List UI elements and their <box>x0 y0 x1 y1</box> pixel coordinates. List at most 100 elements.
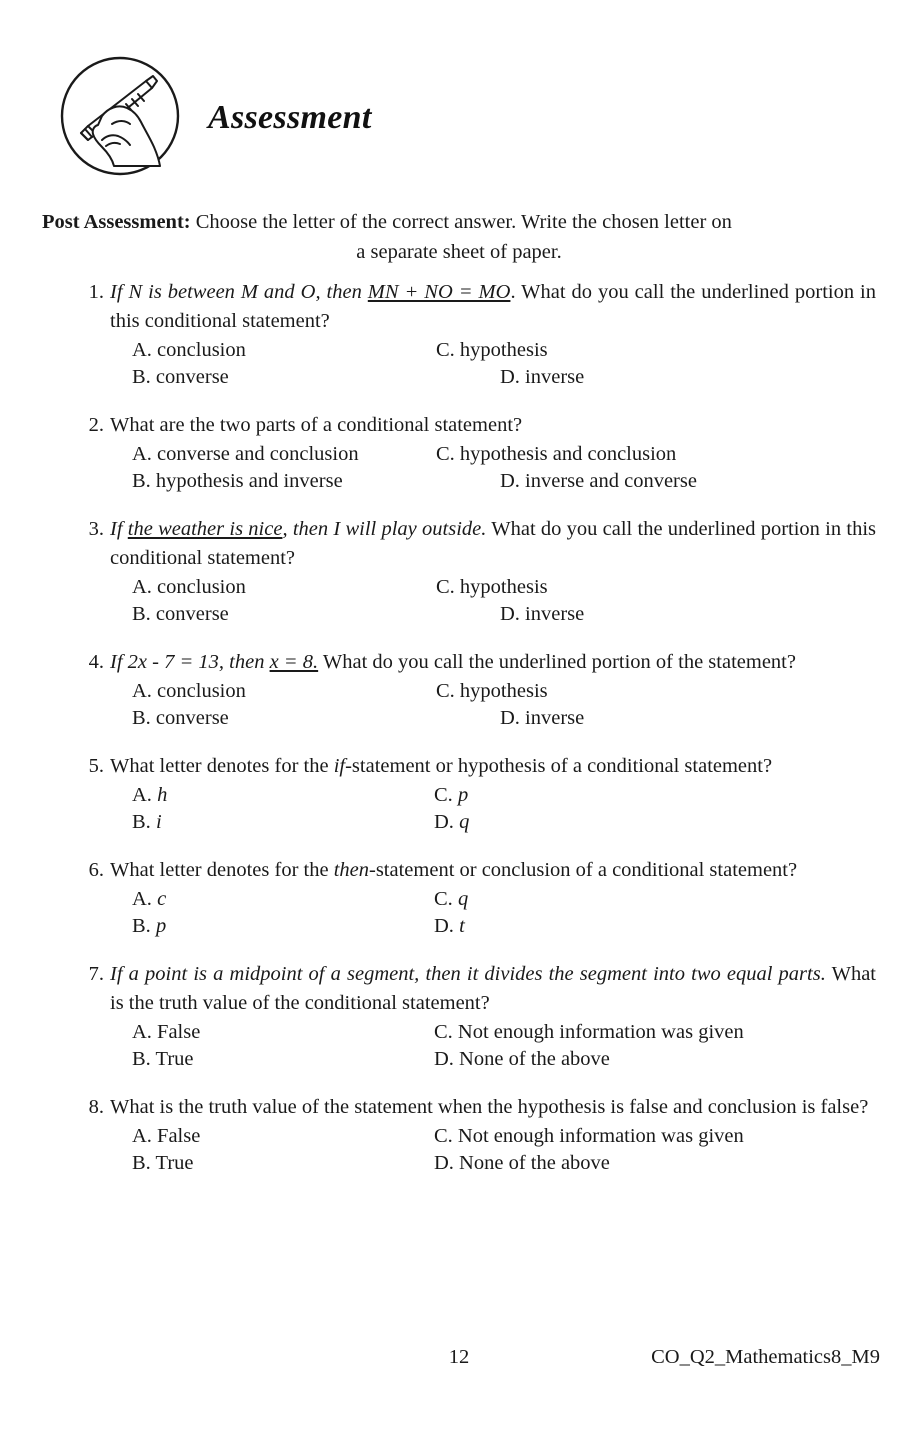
question-text-segment: If N is between M and O, then <box>110 281 368 303</box>
option-row: A. conclusion C. hypothesis <box>110 678 876 705</box>
post-assessment-instructions: Post Assessment: Choose the letter of th… <box>42 207 876 267</box>
option-a[interactable]: A. c <box>132 886 166 913</box>
question-text: If the weather is nice, then I will play… <box>110 515 876 573</box>
option-row: A. converse and conclusion C. hypothesis … <box>110 441 876 468</box>
question-number: 2. <box>88 414 104 436</box>
option-d[interactable]: D. inverse <box>500 364 584 391</box>
answer-options: A. False C. Not enough information was gi… <box>110 1019 876 1073</box>
option-b[interactable]: B. p <box>132 913 166 940</box>
option-row: A. h C. p <box>110 782 876 809</box>
question-text-segment: x = 8. <box>270 651 319 673</box>
question-text-segment: If 2x - 7 = 13, then <box>110 651 270 673</box>
underlined-phrase: MN + NO = MO <box>367 281 511 303</box>
underlined-phrase: the weather is nice <box>127 518 283 540</box>
option-a[interactable]: A. conclusion <box>132 574 246 601</box>
question-number: 5. <box>88 755 104 777</box>
underlined-phrase: x = 8. <box>269 651 319 673</box>
question-text-segment: What is the truth value of the statement… <box>110 1096 869 1118</box>
option-d[interactable]: D. t <box>434 913 465 940</box>
option-b[interactable]: B. i <box>132 809 162 836</box>
option-a[interactable]: A. converse and conclusion <box>132 441 359 468</box>
question-text-segment: What do you call the underlined portion … <box>318 651 796 673</box>
option-row: B. True D. None of the above <box>110 1150 876 1177</box>
option-row: B. converse D. inverse <box>110 601 876 628</box>
question-item: 6. What letter denotes for the then-state… <box>42 856 876 940</box>
option-b[interactable]: B. converse <box>132 705 229 732</box>
question-item: 7. If a point is a midpoint of a segment,… <box>42 960 876 1073</box>
option-d[interactable]: D. None of the above <box>434 1150 610 1177</box>
option-row: A. conclusion C. hypothesis <box>110 337 876 364</box>
option-c[interactable]: C. hypothesis <box>436 574 548 601</box>
option-a[interactable]: A. conclusion <box>132 337 246 364</box>
option-d[interactable]: D. inverse and converse <box>500 468 697 495</box>
option-row: B. i D. q <box>110 809 876 836</box>
document-page: Assessment Post Assessment: Choose the l… <box>0 0 918 1435</box>
question-text-segment: if <box>333 755 346 777</box>
option-a[interactable]: A. conclusion <box>132 678 246 705</box>
question-text-segment: the weather is nice <box>128 518 283 540</box>
option-c[interactable]: C. hypothesis <box>436 678 548 705</box>
option-d[interactable]: D. q <box>434 809 469 836</box>
question-text-segment: What letter denotes for the <box>110 859 334 881</box>
option-b[interactable]: B. converse <box>132 601 229 628</box>
option-row: A. False C. Not enough information was gi… <box>110 1123 876 1150</box>
option-c[interactable]: C. Not enough information was given <box>434 1123 744 1150</box>
hand-writing-pencil-icon <box>58 54 182 178</box>
question-text-segment: , then I will play outside. <box>282 518 487 540</box>
option-b[interactable]: B. hypothesis and inverse <box>132 468 343 495</box>
question-text: If 2x - 7 = 13, then x = 8. What do you … <box>110 648 876 677</box>
question-number: 4. <box>88 651 104 673</box>
question-text: What is the truth value of the statement… <box>110 1093 876 1122</box>
question-text: If N is between M and O, then MN + NO = … <box>110 278 876 336</box>
question-number: 3. <box>88 518 104 540</box>
option-a[interactable]: A. h <box>132 782 167 809</box>
option-c[interactable]: C. hypothesis and conclusion <box>436 441 676 468</box>
question-item: 4. If 2x - 7 = 13, then x = 8. What do yo… <box>42 648 876 732</box>
answer-options: A. conclusion C. hypothesis B. converse D. … <box>110 337 876 391</box>
answer-options: A. False C. Not enough information was gi… <box>110 1123 876 1177</box>
instructions-line-2: a separate sheet of paper. <box>356 241 562 263</box>
question-item: 3. If the weather is nice, then I will pl… <box>42 515 876 628</box>
assessment-header: Assessment <box>58 48 558 184</box>
option-row: B. True D. None of the above <box>110 1046 876 1073</box>
question-item: 2. What are the two parts of a conditiona… <box>42 411 876 495</box>
option-c[interactable]: C. p <box>434 782 468 809</box>
question-item: 8. What is the truth value of the stateme… <box>42 1093 876 1177</box>
question-number: 6. <box>88 859 104 881</box>
option-row: B. p D. t <box>110 913 876 940</box>
option-c[interactable]: C. Not enough information was given <box>434 1019 744 1046</box>
question-number: 8. <box>88 1096 104 1118</box>
question-text-segment: then <box>333 859 369 881</box>
option-b[interactable]: B. converse <box>132 364 229 391</box>
post-assessment-label: Post Assessment: <box>42 211 191 233</box>
answer-options: A. converse and conclusion C. hypothesis … <box>110 441 876 495</box>
option-a[interactable]: A. False <box>132 1019 200 1046</box>
option-c[interactable]: C. hypothesis <box>436 337 548 364</box>
option-b[interactable]: B. True <box>132 1046 194 1073</box>
option-row: A. c C. q <box>110 886 876 913</box>
question-item: 1. If N is between M and O, then MN + NO … <box>42 278 876 391</box>
option-row: B. converse D. inverse <box>110 705 876 732</box>
question-text-segment: If <box>110 518 128 540</box>
answer-options: A. conclusion C. hypothesis B. converse D. … <box>110 574 876 628</box>
question-text-segment: What letter denotes for the <box>110 755 334 777</box>
option-c[interactable]: C. q <box>434 886 468 913</box>
option-a[interactable]: A. False <box>132 1123 200 1150</box>
document-code: CO_Q2_Mathematics8_M9 <box>651 1346 880 1368</box>
question-text: What are the two parts of a conditional … <box>110 411 876 440</box>
page-footer: 12 CO_Q2_Mathematics8_M9 <box>0 1346 918 1386</box>
option-d[interactable]: D. None of the above <box>434 1046 610 1073</box>
instructions-line-1: Choose the letter of the correct answer.… <box>190 211 732 233</box>
answer-options: A. h C. p B. i D. q <box>110 782 876 836</box>
question-text: What letter denotes for the if-statement… <box>110 752 876 781</box>
question-number: 1. <box>88 281 104 303</box>
option-row: B. converse D. inverse <box>110 364 876 391</box>
option-b[interactable]: B. True <box>132 1150 194 1177</box>
option-d[interactable]: D. inverse <box>500 601 584 628</box>
option-d[interactable]: D. inverse <box>500 705 584 732</box>
question-number: 7. <box>88 963 104 985</box>
answer-options: A. c C. q B. p D. t <box>110 886 876 940</box>
question-list: 1. If N is between M and O, then MN + NO … <box>42 278 876 1197</box>
question-text-segment: -statement or hypothesis of a conditiona… <box>345 755 773 777</box>
option-row: A. False C. Not enough information was gi… <box>110 1019 876 1046</box>
